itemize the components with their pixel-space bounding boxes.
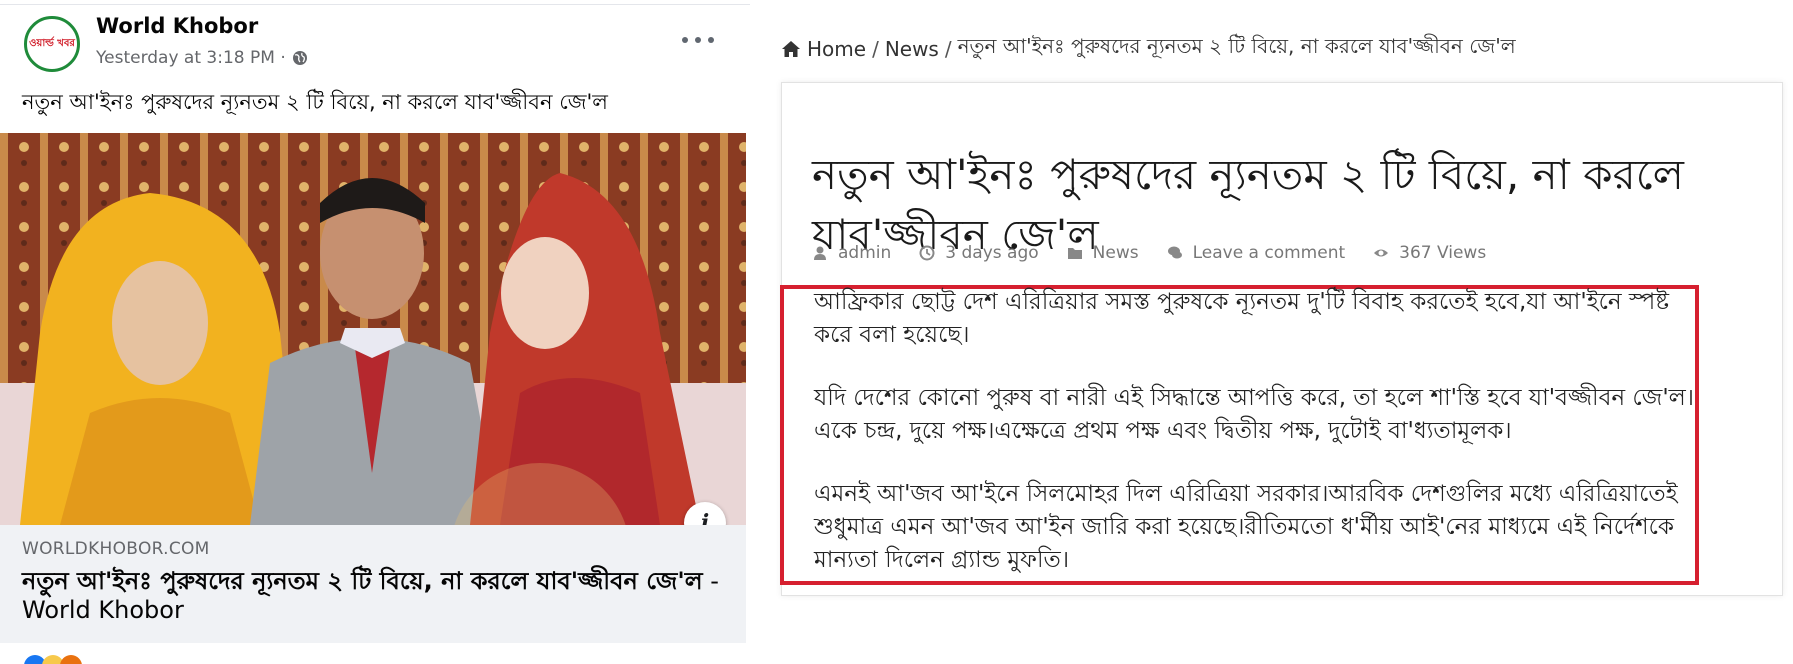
meta-date: 3 days ago [919,243,1039,263]
meta-comments[interactable]: Leave a comment [1167,243,1346,263]
author-name: admin [838,243,892,263]
breadcrumb-current: নতুন আ'ইনঃ পুরুষদের ন্যূনতম ২ টি বিয়ে, … [957,34,1516,58]
wedding-photo [0,133,746,525]
reaction-icons[interactable] [24,655,82,664]
post-photo[interactable] [0,133,746,525]
article-paragraph: আফ্রিকার ছোট্ট দেশ এরিত্রিয়ার সমস্ত পুর… [814,289,1670,348]
globe-icon [292,51,307,65]
page-name[interactable]: World Khobor [96,14,258,38]
folder-icon [1067,248,1082,259]
divider [0,4,750,5]
article-paragraph: এমনই আ'জব আ'ইনে সিলমোহর দিল এরিত্রিয়া স… [814,481,1678,573]
article-paragraph: যদি দেশের কোনো পুরুষ বা নারী এই সিদ্ধান্… [814,385,1695,444]
breadcrumb-separator: / [944,36,952,61]
user-icon [814,246,826,260]
home-icon [782,40,800,57]
breadcrumb-news[interactable]: News [885,37,939,61]
comment-link: Leave a comment [1192,243,1346,263]
clock-icon [919,245,935,261]
page-avatar[interactable]: ওয়ার্ল্ড খবর [24,16,80,72]
breadcrumb-separator: / [872,36,879,61]
post-date: 3 days ago [945,243,1039,263]
eye-icon [1374,249,1389,257]
post-caption: নতুন আ'ইনঃ পুরুষদের ন্যূনতম ২ টি বিয়ে, … [22,90,608,114]
article-meta: admin 3 days ago News Leave a comment 36… [812,243,1486,263]
breadcrumb-home[interactable]: Home [807,37,866,61]
category-name: News [1092,243,1139,263]
meta-category[interactable]: News [1067,243,1139,263]
link-preview-card[interactable]: WORLDKHOBOR.COM নতুন আ'ইনঃ পুরুষদের ন্যূ… [0,525,746,643]
timestamp-text[interactable]: Yesterday at 3:18 PM · [96,48,286,68]
breadcrumb: Home / News / নতুন আ'ইনঃ পুরুষদের ন্যূনত… [781,32,1516,65]
views-count: 367 Views [1399,243,1487,263]
angry-reaction-icon [60,655,82,664]
social-post: ওয়ার্ল্ড খবর World Khobor Yesterday at … [0,0,750,664]
comments-icon [1167,246,1182,259]
link-title: নতুন আ'ইনঃ পুরুষদের ন্যূনতম ২ টি বিয়ে, … [22,567,722,625]
meta-views: 367 Views [1373,243,1486,263]
meta-author[interactable]: admin [812,243,891,263]
link-domain: WORLDKHOBOR.COM [22,539,210,559]
more-options-icon[interactable] [682,30,714,50]
article-body: আফ্রিকার ছোট্ট দেশ এরিত্রিয়ার সমস্ত পুর… [814,286,1714,607]
post-timestamp: Yesterday at 3:18 PM · [96,48,308,68]
link-title-text: নতুন আ'ইনঃ পুরুষদের ন্যূনতম ২ টি বিয়ে, … [22,567,703,595]
avatar-logo-text: ওয়ার্ল্ড খবর [29,38,75,49]
